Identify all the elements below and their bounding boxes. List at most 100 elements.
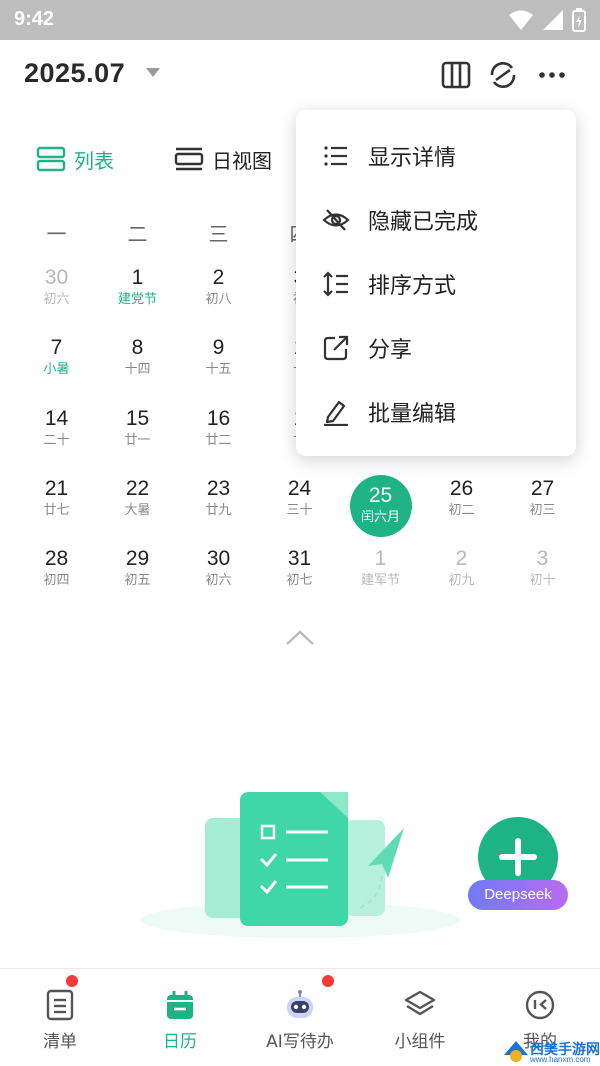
day-number: 27 <box>530 477 555 500</box>
profile-icon <box>525 990 555 1020</box>
calendar-day[interactable]: 21 廿七 <box>16 477 97 537</box>
day-number: 1 <box>131 266 144 289</box>
day-number: 30 <box>206 547 231 570</box>
lunar-date: 小暑 <box>43 362 70 377</box>
tab-list-label: 列表 <box>74 148 114 173</box>
calendar-day[interactable]: 30 初六 <box>178 547 259 607</box>
battery-icon <box>572 8 586 32</box>
calendar-day[interactable]: 29 初五 <box>97 547 178 607</box>
menu-item-share[interactable]: 分享 <box>296 316 576 380</box>
lunar-date: 廿七 <box>43 503 70 518</box>
tab-checklist-label: 清单 <box>43 1032 77 1052</box>
month-title[interactable]: 2025.07 <box>24 58 125 89</box>
calendar-day[interactable]: 15 廿一 <box>97 407 178 467</box>
day-number: 3 <box>536 547 549 570</box>
day-number: 23 <box>206 477 231 500</box>
calendar-day[interactable]: 22 大暑 <box>97 477 178 537</box>
tab-checklist[interactable]: 清单 <box>0 969 120 1066</box>
eye-hidden-icon <box>322 209 350 231</box>
lunar-date: 初十 <box>529 573 556 588</box>
day-number: 15 <box>125 407 150 430</box>
deepseek-badge[interactable]: Deepseek <box>468 880 568 910</box>
calendar-day[interactable]: 23 廿九 <box>178 477 259 537</box>
calendar-day[interactable]: 16 廿二 <box>178 407 259 467</box>
calendar-day[interactable]: 7 小暑 <box>16 336 97 396</box>
watermark-url: www.hanxm.com <box>530 1055 591 1064</box>
day-number: 26 <box>449 477 474 500</box>
day-number: 30 <box>44 266 69 289</box>
menu-item-show-details[interactable]: 显示详情 <box>296 124 576 188</box>
collapse-chevron-icon[interactable] <box>284 628 316 648</box>
layers-icon <box>404 990 436 1016</box>
share-icon <box>323 335 349 361</box>
calendar-day[interactable]: 2 初八 <box>178 266 259 326</box>
menu-item-label: 分享 <box>368 338 413 363</box>
tab-ai-todo[interactable]: AI写待办 <box>240 969 360 1066</box>
weekday-label: 二 <box>127 222 148 246</box>
menu-item-hide-completed[interactable]: 隐藏已完成 <box>296 188 576 252</box>
menu-item-label: 排序方式 <box>368 274 457 299</box>
lunar-date: 廿一 <box>124 433 151 448</box>
lunar-date: 初四 <box>43 573 70 588</box>
lunar-date: 廿二 <box>205 433 232 448</box>
day-number: 8 <box>131 336 144 359</box>
lunar-date: 闰六月 <box>360 510 400 525</box>
calendar-day[interactable]: 2 初九 <box>421 547 502 607</box>
calendar-day[interactable]: 31 初七 <box>259 547 340 607</box>
lunar-date: 初八 <box>205 292 232 307</box>
status-icons <box>508 8 586 32</box>
lunar-date: 十四 <box>124 362 151 377</box>
tab-widgets[interactable]: 小组件 <box>360 969 480 1066</box>
day-number: 31 <box>287 547 312 570</box>
empty-state-illustration <box>140 792 460 938</box>
notification-dot <box>322 975 334 987</box>
notification-dot <box>66 975 78 987</box>
calendar-day[interactable]: 9 十五 <box>178 336 259 396</box>
day-number: 7 <box>50 336 63 359</box>
day-number: 22 <box>125 477 150 500</box>
menu-item-label: 隐藏已完成 <box>368 210 479 235</box>
calendar-day[interactable]: 30 初六 <box>16 266 97 326</box>
calendar-day[interactable]: 27 初三 <box>502 477 583 537</box>
lunar-date: 二十 <box>43 433 70 448</box>
lunar-date: 廿九 <box>205 503 232 518</box>
status-time: 9:42 <box>14 8 55 30</box>
tab-list-view[interactable]: 列表 <box>36 143 114 175</box>
day-view-icon <box>174 147 204 171</box>
robot-icon <box>287 990 313 1018</box>
day-number: 1 <box>374 547 387 570</box>
tab-calendar[interactable]: 日历 <box>120 969 240 1066</box>
edit-icon <box>324 400 348 426</box>
day-number: 14 <box>44 407 69 430</box>
more-icon[interactable] <box>535 58 569 92</box>
lunar-date: 大暑 <box>124 503 151 518</box>
day-number: 9 <box>212 336 225 359</box>
lunar-date: 建军节 <box>360 573 400 588</box>
calendar-day[interactable]: 14 二十 <box>16 407 97 467</box>
sync-icon[interactable] <box>486 58 520 92</box>
calendar-day[interactable]: 8 十四 <box>97 336 178 396</box>
calendar-day[interactable]: 1 建军节 <box>340 547 421 607</box>
lunar-date: 初九 <box>448 573 475 588</box>
column-view-icon[interactable] <box>439 58 473 92</box>
month-dropdown-caret-icon[interactable] <box>146 68 160 77</box>
calendar-day[interactable]: 3 初十 <box>502 547 583 607</box>
tab-day-view[interactable]: 日视图 <box>174 143 272 175</box>
menu-item-sort[interactable]: 排序方式 <box>296 252 576 316</box>
checklist-icon <box>46 989 74 1021</box>
lunar-date: 十五 <box>205 362 232 377</box>
calendar-day[interactable]: 26 初二 <box>421 477 502 537</box>
watermark-logo-icon <box>504 1041 528 1062</box>
calendar-day[interactable]: 1 建党节 <box>97 266 178 326</box>
watermark: 西美手游网 www.hanxm.com <box>500 1036 600 1066</box>
calendar-day-today[interactable]: 25 闰六月 <box>340 484 421 544</box>
status-bar: 9:42 <box>0 0 600 40</box>
calendar-day[interactable]: 28 初四 <box>16 547 97 607</box>
menu-item-batch-edit[interactable]: 批量编辑 <box>296 380 576 444</box>
day-number: 2 <box>455 547 468 570</box>
wifi-icon <box>509 10 533 30</box>
lunar-date: 初六 <box>43 292 70 307</box>
calendar-day[interactable]: 24 三十 <box>259 477 340 537</box>
day-number: 24 <box>287 477 312 500</box>
day-number: 28 <box>44 547 69 570</box>
